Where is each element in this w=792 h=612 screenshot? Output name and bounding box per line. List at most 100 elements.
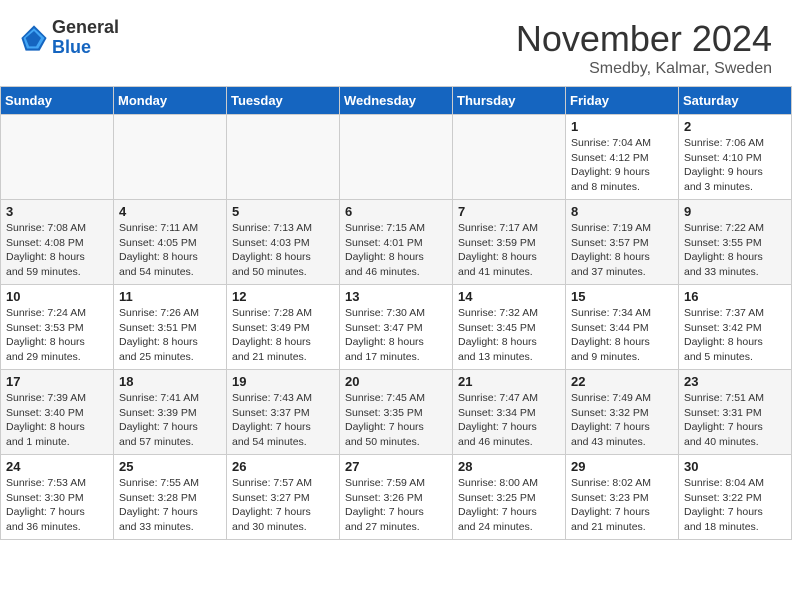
day-info: Sunrise: 7:55 AM Sunset: 3:28 PM Dayligh… [119,476,221,535]
calendar-day-cell [453,115,566,200]
weekday-header: Thursday [453,87,566,115]
day-number: 30 [684,459,786,474]
day-info: Sunrise: 7:19 AM Sunset: 3:57 PM Dayligh… [571,221,673,280]
weekday-header: Saturday [679,87,792,115]
calendar-week-row: 24 Sunrise: 7:53 AM Sunset: 3:30 PM Dayli… [1,455,792,540]
day-number: 14 [458,289,560,304]
day-number: 2 [684,119,786,134]
day-number: 17 [6,374,108,389]
day-info: Sunrise: 7:39 AM Sunset: 3:40 PM Dayligh… [6,391,108,450]
calendar-day-cell: 1 Sunrise: 7:04 AM Sunset: 4:12 PM Daylig… [566,115,679,200]
calendar-day-cell: 8 Sunrise: 7:19 AM Sunset: 3:57 PM Daylig… [566,200,679,285]
calendar-day-cell: 27Sunrise: 7:59 AM Sunset: 3:26 PM Dayli… [340,455,453,540]
day-info: Sunrise: 7:47 AM Sunset: 3:34 PM Dayligh… [458,391,560,450]
day-info: Sunrise: 7:45 AM Sunset: 3:35 PM Dayligh… [345,391,447,450]
location-title: Smedby, Kalmar, Sweden [516,60,772,78]
weekday-header: Sunday [1,87,114,115]
logo: General Blue [20,18,119,58]
day-number: 22 [571,374,673,389]
day-info: Sunrise: 7:30 AM Sunset: 3:47 PM Dayligh… [345,306,447,365]
day-info: Sunrise: 8:02 AM Sunset: 3:23 PM Dayligh… [571,476,673,535]
calendar-day-cell: 26 Sunrise: 7:57 AM Sunset: 3:27 PM Dayli… [227,455,340,540]
day-number: 23 [684,374,786,389]
logo-icon [20,24,48,52]
calendar-table: SundayMondayTuesdayWednesdayThursdayFrid… [0,86,792,540]
calendar-week-row: 3 Sunrise: 7:08 AM Sunset: 4:08 PM Daylig… [1,200,792,285]
day-info: Sunrise: 8:00 AM Sunset: 3:25 PM Dayligh… [458,476,560,535]
day-number: 29 [571,459,673,474]
day-number: 13 [345,289,447,304]
day-number: 10 [6,289,108,304]
month-title: November 2024 [516,18,772,60]
day-number: 6 [345,204,447,219]
weekday-header: Wednesday [340,87,453,115]
day-number: 12 [232,289,334,304]
day-info: Sunrise: 7:57 AM Sunset: 3:27 PM Dayligh… [232,476,334,535]
day-info: Sunrise: 7:15 AM Sunset: 4:01 PM Dayligh… [345,221,447,280]
day-info: Sunrise: 7:53 AM Sunset: 3:30 PM Dayligh… [6,476,108,535]
day-number: 19 [232,374,334,389]
day-number: 7 [458,204,560,219]
logo-general-text: General [52,17,119,37]
day-number: 3 [6,204,108,219]
day-info: Sunrise: 7:22 AM Sunset: 3:55 PM Dayligh… [684,221,786,280]
calendar-day-cell [340,115,453,200]
day-number: 15 [571,289,673,304]
day-number: 11 [119,289,221,304]
calendar-day-cell: 19Sunrise: 7:43 AM Sunset: 3:37 PM Dayli… [227,370,340,455]
day-info: Sunrise: 7:41 AM Sunset: 3:39 PM Dayligh… [119,391,221,450]
calendar-day-cell [227,115,340,200]
day-number: 24 [6,459,108,474]
calendar-day-cell: 18 Sunrise: 7:41 AM Sunset: 3:39 PM Dayli… [114,370,227,455]
calendar-day-cell [114,115,227,200]
weekday-header: Friday [566,87,679,115]
day-number: 1 [571,119,673,134]
calendar-day-cell: 3 Sunrise: 7:08 AM Sunset: 4:08 PM Daylig… [1,200,114,285]
calendar-day-cell: 24 Sunrise: 7:53 AM Sunset: 3:30 PM Dayli… [1,455,114,540]
calendar-day-cell: 23 Sunrise: 7:51 AM Sunset: 3:31 PM Dayli… [679,370,792,455]
calendar-day-cell: 15Sunrise: 7:34 AM Sunset: 3:44 PM Dayli… [566,285,679,370]
calendar-day-cell: 17 Sunrise: 7:39 AM Sunset: 3:40 PM Dayli… [1,370,114,455]
calendar-day-cell: 4 Sunrise: 7:11 AM Sunset: 4:05 PM Daylig… [114,200,227,285]
calendar-header-row: SundayMondayTuesdayWednesdayThursdayFrid… [1,87,792,115]
title-block: November 2024 Smedby, Kalmar, Sweden [516,18,772,78]
calendar-day-cell: 21 Sunrise: 7:47 AM Sunset: 3:34 PM Dayli… [453,370,566,455]
day-number: 18 [119,374,221,389]
calendar-day-cell: 7 Sunrise: 7:17 AM Sunset: 3:59 PM Daylig… [453,200,566,285]
calendar-day-cell: 6 Sunrise: 7:15 AM Sunset: 4:01 PM Daylig… [340,200,453,285]
day-info: Sunrise: 7:17 AM Sunset: 3:59 PM Dayligh… [458,221,560,280]
calendar-week-row: 10 Sunrise: 7:24 AM Sunset: 3:53 PM Dayli… [1,285,792,370]
day-info: Sunrise: 7:49 AM Sunset: 3:32 PM Dayligh… [571,391,673,450]
logo-blue-text: Blue [52,37,91,57]
day-info: Sunrise: 7:26 AM Sunset: 3:51 PM Dayligh… [119,306,221,365]
weekday-header: Monday [114,87,227,115]
day-info: Sunrise: 7:13 AM Sunset: 4:03 PM Dayligh… [232,221,334,280]
calendar-day-cell: 20 Sunrise: 7:45 AM Sunset: 3:35 PM Dayli… [340,370,453,455]
calendar-day-cell: 11 Sunrise: 7:26 AM Sunset: 3:51 PM Dayli… [114,285,227,370]
day-info: Sunrise: 8:04 AM Sunset: 3:22 PM Dayligh… [684,476,786,535]
day-info: Sunrise: 7:51 AM Sunset: 3:31 PM Dayligh… [684,391,786,450]
day-info: Sunrise: 7:28 AM Sunset: 3:49 PM Dayligh… [232,306,334,365]
day-number: 25 [119,459,221,474]
calendar-day-cell: 14Sunrise: 7:32 AM Sunset: 3:45 PM Dayli… [453,285,566,370]
day-number: 27 [345,459,447,474]
calendar-day-cell: 2 Sunrise: 7:06 AM Sunset: 4:10 PM Daylig… [679,115,792,200]
calendar-day-cell: 9 Sunrise: 7:22 AM Sunset: 3:55 PM Daylig… [679,200,792,285]
calendar-day-cell: 28Sunrise: 8:00 AM Sunset: 3:25 PM Dayli… [453,455,566,540]
day-number: 4 [119,204,221,219]
day-info: Sunrise: 7:06 AM Sunset: 4:10 PM Dayligh… [684,136,786,195]
calendar-day-cell: 30 Sunrise: 8:04 AM Sunset: 3:22 PM Dayli… [679,455,792,540]
day-number: 16 [684,289,786,304]
day-number: 8 [571,204,673,219]
day-number: 9 [684,204,786,219]
day-number: 26 [232,459,334,474]
day-info: Sunrise: 7:08 AM Sunset: 4:08 PM Dayligh… [6,221,108,280]
day-info: Sunrise: 7:11 AM Sunset: 4:05 PM Dayligh… [119,221,221,280]
calendar-day-cell: 12 Sunrise: 7:28 AM Sunset: 3:49 PM Dayli… [227,285,340,370]
day-info: Sunrise: 7:24 AM Sunset: 3:53 PM Dayligh… [6,306,108,365]
calendar-day-cell: 22 Sunrise: 7:49 AM Sunset: 3:32 PM Dayli… [566,370,679,455]
day-number: 21 [458,374,560,389]
calendar-day-cell: 25 Sunrise: 7:55 AM Sunset: 3:28 PM Dayli… [114,455,227,540]
day-info: Sunrise: 7:04 AM Sunset: 4:12 PM Dayligh… [571,136,673,195]
day-number: 20 [345,374,447,389]
